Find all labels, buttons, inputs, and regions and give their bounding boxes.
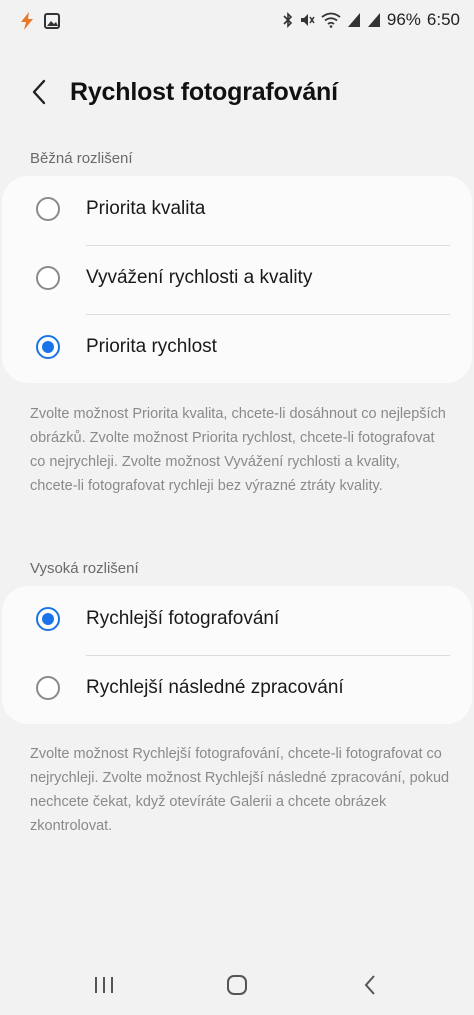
option-label: Priorita rychlost (86, 336, 217, 357)
option-faster-capture[interactable]: Rychlejší fotografování (2, 586, 472, 655)
bluetooth-icon (283, 12, 293, 28)
home-button[interactable] (217, 972, 257, 1002)
option-label: Rychlejší následné zpracování (86, 677, 344, 698)
radio-button[interactable] (36, 266, 60, 290)
signal-icon (347, 12, 361, 28)
option-label: Priorita kvalita (86, 198, 206, 219)
battery-level: 96% (386, 10, 421, 29)
standard-resolution-card: Priorita kvalita Vyvážení rychlosti a kv… (2, 176, 472, 383)
gallery-icon (44, 13, 60, 29)
recents-button[interactable] (84, 972, 124, 1002)
option-priority-quality[interactable]: Priorita kvalita (2, 176, 472, 245)
app-header: Rychlost fotografování (0, 60, 474, 128)
option-faster-processing[interactable]: Rychlejší následné zpracování (2, 655, 472, 724)
radio-button[interactable] (36, 197, 60, 221)
back-button[interactable] (22, 74, 56, 114)
radio-button-selected[interactable] (36, 607, 60, 631)
clock: 6:50 (426, 10, 460, 29)
nav-back-button[interactable] (350, 972, 390, 1002)
high-resolution-card: Rychlejší fotografování Rychlejší násled… (2, 586, 472, 724)
radio-button[interactable] (36, 676, 60, 700)
chevron-left-icon (31, 79, 47, 110)
page-title: Rychlost fotografování (70, 78, 338, 106)
wifi-icon (321, 12, 341, 28)
flash-icon (20, 12, 34, 30)
recents-icon (93, 975, 115, 1000)
option-label: Rychlejší fotografování (86, 608, 280, 629)
home-icon (226, 974, 248, 1001)
section-label-standard: Běžná rozlišení (30, 150, 133, 167)
high-resolution-description: Zvolte možnost Rychlejší fotografování, … (30, 746, 450, 834)
status-bar: 96% 6:50 (0, 0, 474, 44)
radio-button-selected[interactable] (36, 335, 60, 359)
option-balanced[interactable]: Vyvážení rychlosti a kvality (2, 245, 472, 314)
mute-icon (299, 12, 315, 28)
navigation-bar (0, 962, 474, 1012)
back-icon (363, 974, 377, 1001)
section-label-high: Vysoká rozlišení (30, 560, 139, 577)
standard-resolution-description: Zvolte možnost Priorita kvalita, chcete-… (30, 406, 446, 494)
option-priority-speed[interactable]: Priorita rychlost (2, 314, 472, 383)
signal-icon (367, 12, 381, 28)
option-label: Vyvážení rychlosti a kvality (86, 267, 313, 288)
